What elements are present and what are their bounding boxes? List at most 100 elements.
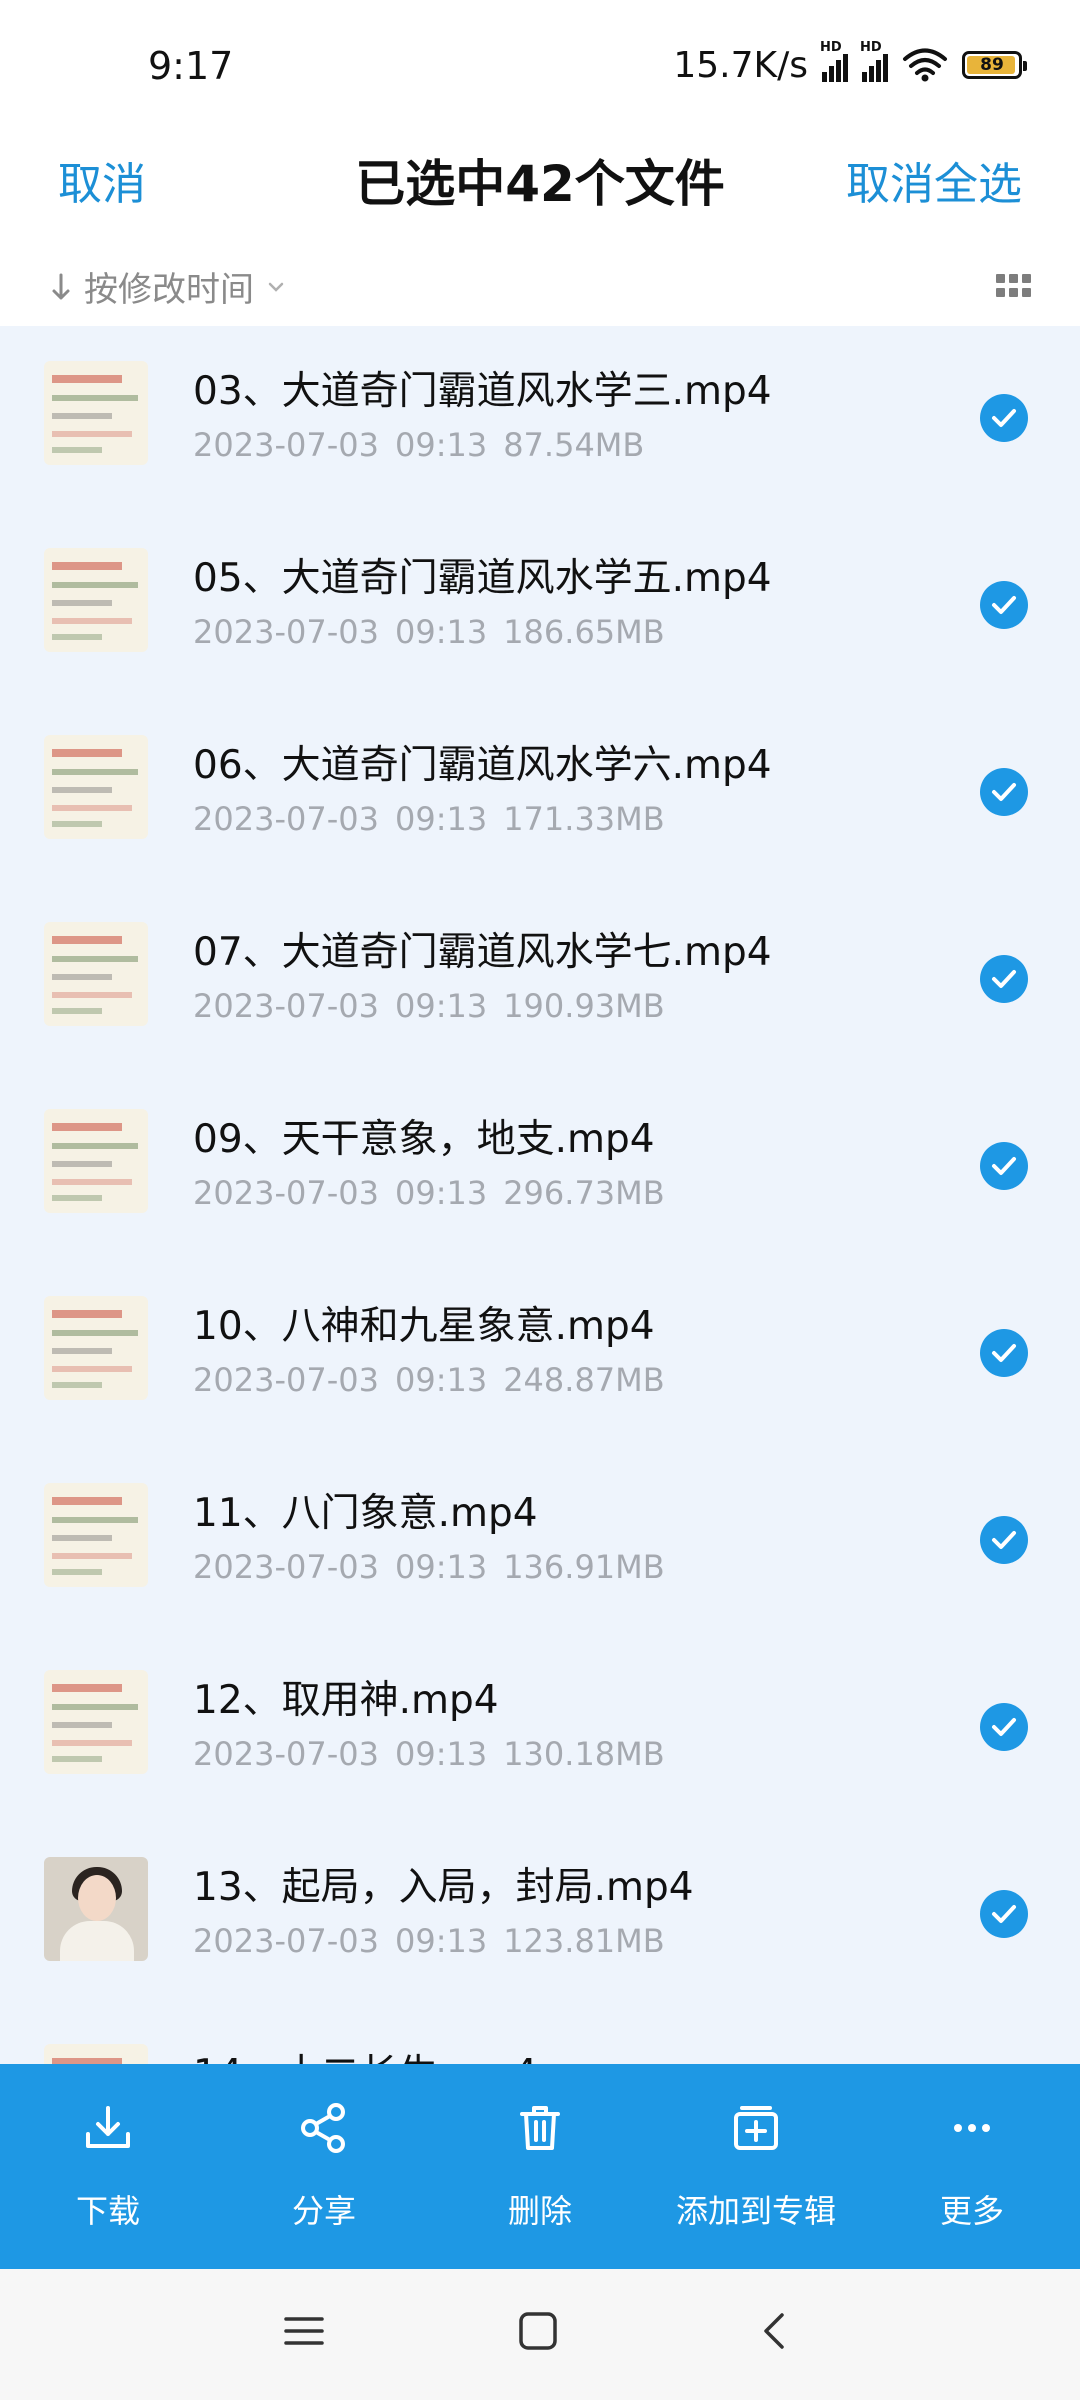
file-size: 186.65MB — [503, 613, 665, 651]
chevron-down-icon — [268, 282, 284, 292]
video-thumbnail — [44, 2044, 148, 2066]
file-name: 06、大道奇门霸道风水学六.mp4 — [193, 743, 772, 788]
grid-view-icon[interactable] — [996, 274, 1031, 298]
hd-label: HD — [820, 40, 842, 55]
file-item[interactable]: 05、大道奇门霸道风水学五.mp4 2023-07-03 09:13 186.65MB — [0, 513, 1080, 700]
file-time: 09:13 — [394, 1548, 488, 1586]
file-meta: 2023-07-03 09:13 87.54MB — [193, 426, 660, 464]
file-item[interactable]: 12、取用神.mp4 2023-07-03 09:13 130.18MB — [0, 1635, 1080, 1822]
selected-check-icon[interactable] — [980, 1142, 1028, 1190]
file-item[interactable]: 10、八神和九星象意.mp4 2023-07-03 09:13 248.87MB — [0, 1261, 1080, 1448]
file-meta: 2023-07-03 09:13 296.73MB — [193, 1174, 681, 1212]
file-date: 2023-07-03 — [193, 987, 379, 1025]
file-meta: 2023-07-03 09:13 186.65MB — [193, 613, 681, 651]
file-date: 2023-07-03 — [193, 1922, 379, 1960]
selected-check-icon[interactable] — [980, 394, 1028, 442]
video-thumbnail — [44, 361, 148, 465]
trash-icon — [520, 2106, 560, 2150]
selected-check-icon[interactable] — [980, 1890, 1028, 1938]
file-item[interactable]: 13、起局，入局，封局.mp4 2023-07-03 09:13 123.81MB — [0, 1822, 1080, 2009]
selected-check-icon[interactable] — [980, 1516, 1028, 1564]
file-time: 09:13 — [394, 1735, 488, 1773]
share-button[interactable]: 分享 — [216, 2064, 432, 2269]
file-name: 03、大道奇门霸道风水学三.mp4 — [193, 369, 772, 414]
share-label: 分享 — [291, 2192, 356, 2230]
sort-label: 按修改时间 — [84, 270, 254, 310]
file-time: 09:13 — [394, 987, 488, 1025]
system-nav-bar — [0, 2269, 1080, 2400]
file-time: 09:13 — [394, 1361, 488, 1399]
file-date: 2023-07-03 — [193, 1548, 379, 1586]
file-date: 2023-07-03 — [193, 613, 379, 651]
file-date: 2023-07-03 — [193, 426, 379, 464]
sort-dropdown[interactable]: 按修改时间 — [50, 262, 286, 311]
file-item[interactable]: 14、十二长生.mp4 — [0, 2009, 1080, 2066]
file-meta: 2023-07-03 09:13 248.87MB — [193, 1361, 681, 1399]
file-time: 09:13 — [394, 1922, 488, 1960]
more-label: 更多 — [939, 2192, 1004, 2230]
file-item[interactable]: 06、大道奇门霸道风水学六.mp4 2023-07-03 09:13 171.33MB — [0, 700, 1080, 887]
battery-level: 89 — [980, 55, 1004, 75]
sort-arrow-icon — [52, 273, 70, 299]
video-thumbnail — [44, 1670, 148, 1774]
file-date: 2023-07-03 — [193, 800, 379, 838]
file-size: 171.33MB — [503, 800, 665, 838]
file-time: 09:13 — [394, 613, 488, 651]
file-date: 2023-07-03 — [193, 1174, 379, 1212]
file-time: 09:13 — [394, 1174, 488, 1212]
wifi-icon — [903, 48, 947, 82]
file-meta: 2023-07-03 09:13 171.33MB — [193, 800, 681, 838]
menu-icon[interactable] — [282, 2309, 326, 2353]
sort-bar: 按修改时间 — [0, 250, 1080, 326]
delete-label: 删除 — [507, 2192, 572, 2230]
file-name: 11、八门象意.mp4 — [193, 1491, 538, 1536]
delete-button[interactable]: 删除 — [432, 2064, 648, 2269]
file-name: 07、大道奇门霸道风水学七.mp4 — [193, 930, 772, 975]
cancel-all-button[interactable]: 取消全选 — [846, 148, 1022, 212]
file-time: 09:13 — [394, 800, 488, 838]
file-time: 09:13 — [394, 426, 488, 464]
file-date: 2023-07-03 — [193, 1735, 379, 1773]
more-button[interactable]: 更多 — [864, 2064, 1080, 2269]
file-size: 296.73MB — [503, 1174, 665, 1212]
status-time: 9:17 — [148, 44, 234, 88]
add-to-album-label: 添加到专辑 — [675, 2192, 836, 2230]
file-list: 03、大道奇门霸道风水学三.mp4 2023-07-03 09:13 87.54MB 0… — [0, 326, 1080, 2066]
selected-check-icon[interactable] — [980, 955, 1028, 1003]
file-name: 10、八神和九星象意.mp4 — [193, 1304, 655, 1349]
battery-icon: 89 — [962, 51, 1027, 79]
back-icon[interactable] — [754, 2309, 798, 2353]
file-size: 87.54MB — [503, 426, 645, 464]
selection-header: 取消 已选中42个文件 取消全选 — [0, 130, 1080, 250]
video-thumbnail — [44, 922, 148, 1026]
video-thumbnail — [44, 1296, 148, 1400]
file-date: 2023-07-03 — [193, 1361, 379, 1399]
file-item[interactable]: 03、大道奇门霸道风水学三.mp4 2023-07-03 09:13 87.54MB — [0, 326, 1080, 513]
file-name: 14、十二长生.mp4 — [193, 2043, 538, 2066]
video-thumbnail — [44, 735, 148, 839]
file-name: 09、天干意象，地支.mp4 — [193, 1117, 655, 1162]
add-to-album-button[interactable]: 添加到专辑 — [648, 2064, 864, 2269]
download-button[interactable]: 下载 — [0, 2064, 216, 2269]
file-name: 13、起局，入局，封局.mp4 — [193, 1865, 694, 1910]
network-speed: 15.7K/s — [673, 44, 808, 86]
download-label: 下载 — [75, 2192, 140, 2230]
file-meta: 2023-07-03 09:13 190.93MB — [193, 987, 681, 1025]
status-bar: 9:17 15.7K/s HD HD 89 — [0, 0, 1080, 130]
selected-check-icon[interactable] — [980, 1703, 1028, 1751]
selected-check-icon[interactable] — [980, 581, 1028, 629]
file-size: 136.91MB — [503, 1548, 665, 1586]
file-meta: 2023-07-03 09:13 123.81MB — [193, 1922, 681, 1960]
home-icon[interactable] — [516, 2309, 560, 2353]
file-item[interactable]: 07、大道奇门霸道风水学七.mp4 2023-07-03 09:13 190.93MB — [0, 887, 1080, 1074]
file-item[interactable]: 09、天干意象，地支.mp4 2023-07-03 09:13 296.73MB — [0, 1074, 1080, 1261]
file-size: 130.18MB — [503, 1735, 665, 1773]
file-item[interactable]: 11、八门象意.mp4 2023-07-03 09:13 136.91MB — [0, 1448, 1080, 1635]
action-bar: 下载 分享 删除 添加到专辑 更多 — [0, 2064, 1080, 2269]
selected-check-icon[interactable] — [980, 1329, 1028, 1377]
file-size: 248.87MB — [503, 1361, 665, 1399]
file-size: 123.81MB — [503, 1922, 665, 1960]
selected-check-icon[interactable] — [980, 768, 1028, 816]
video-thumbnail — [44, 548, 148, 652]
file-name: 12、取用神.mp4 — [193, 1678, 499, 1723]
